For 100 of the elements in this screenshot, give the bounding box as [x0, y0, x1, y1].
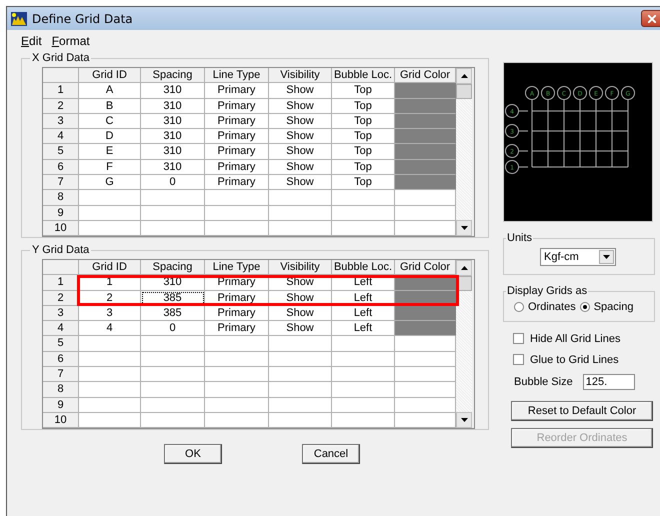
table-cell[interactable]: B — [79, 98, 141, 114]
table-cell[interactable] — [79, 190, 141, 206]
row-header[interactable]: 9 — [43, 398, 79, 413]
table-cell[interactable]: 310 — [141, 83, 205, 99]
radio-button[interactable] — [580, 302, 590, 312]
checkbox[interactable] — [513, 333, 524, 344]
table-cell[interactable] — [395, 220, 456, 236]
table-cell[interactable] — [205, 206, 269, 221]
table-cell[interactable] — [395, 190, 456, 206]
table-cell[interactable] — [141, 352, 205, 368]
table-cell[interactable] — [332, 382, 395, 398]
table-cell[interactable] — [269, 367, 332, 382]
row-header[interactable]: 5 — [43, 144, 79, 160]
table-cell[interactable]: Show — [269, 129, 332, 144]
table-cell[interactable] — [332, 206, 395, 221]
table-cell[interactable]: 3 — [79, 306, 141, 322]
table-cell[interactable] — [141, 398, 205, 413]
table-cell[interactable] — [332, 336, 395, 352]
table-cell[interactable] — [269, 336, 332, 352]
table-cell[interactable] — [205, 412, 269, 428]
row-header[interactable]: 8 — [43, 190, 79, 206]
row-header[interactable]: 7 — [43, 367, 79, 382]
scroll-thumb[interactable] — [456, 84, 472, 99]
table-cell[interactable] — [79, 336, 141, 352]
column-header[interactable]: Line Type — [205, 260, 269, 276]
side-button[interactable]: Reset to Default Color — [511, 401, 653, 421]
table-cell[interactable] — [79, 382, 141, 398]
checkbox[interactable] — [513, 354, 524, 365]
row-header[interactable]: 4 — [43, 129, 79, 144]
table-cell[interactable]: 4 — [79, 321, 141, 336]
table-cell[interactable]: Primary — [205, 144, 269, 160]
color-swatch[interactable] — [395, 144, 456, 160]
table-cell[interactable]: Top — [332, 144, 395, 160]
row-header[interactable]: 2 — [43, 98, 79, 114]
row-header[interactable]: 5 — [43, 336, 79, 352]
table-cell[interactable] — [141, 206, 205, 221]
table-cell[interactable]: Primary — [205, 114, 269, 130]
table-cell[interactable]: C — [79, 114, 141, 130]
table-cell[interactable] — [395, 206, 456, 221]
table-cell[interactable] — [332, 398, 395, 413]
column-header[interactable]: Line Type — [205, 68, 269, 84]
table-cell[interactable] — [332, 412, 395, 428]
table-cell[interactable]: Primary — [205, 160, 269, 176]
row-header[interactable]: 4 — [43, 321, 79, 336]
table-cell[interactable] — [205, 336, 269, 352]
checkbox-label[interactable]: Hide All Grid Lines — [530, 332, 620, 344]
table-cell[interactable] — [395, 382, 456, 398]
table-cell[interactable] — [269, 220, 332, 236]
column-header[interactable]: Visibility — [269, 68, 332, 84]
table-cell[interactable]: Primary — [205, 98, 269, 114]
row-header[interactable]: 7 — [43, 175, 79, 190]
table-cell[interactable] — [141, 412, 205, 428]
color-swatch[interactable] — [395, 306, 456, 322]
table-cell[interactable] — [395, 336, 456, 352]
table-cell[interactable]: 310 — [141, 160, 205, 176]
color-swatch[interactable] — [395, 83, 456, 99]
table-cell[interactable]: D — [79, 129, 141, 144]
row-header[interactable]: 1 — [43, 275, 79, 291]
dialog-button[interactable]: Cancel — [302, 444, 360, 464]
table-cell[interactable] — [79, 398, 141, 413]
table-cell[interactable]: Show — [269, 321, 332, 336]
table-cell[interactable] — [395, 352, 456, 368]
checkbox-label[interactable]: Glue to Grid Lines — [530, 354, 619, 366]
table-cell[interactable] — [395, 367, 456, 382]
column-header[interactable]: Spacing — [141, 68, 205, 84]
table-cell[interactable]: 310 — [141, 98, 205, 114]
table-cell[interactable] — [141, 220, 205, 236]
table-cell[interactable] — [395, 412, 456, 428]
table-cell[interactable] — [269, 412, 332, 428]
table-cell[interactable] — [395, 398, 456, 413]
color-swatch[interactable] — [395, 175, 456, 190]
radio-label[interactable]: Ordinates — [528, 301, 576, 313]
table-cell[interactable]: E — [79, 144, 141, 160]
table-cell[interactable] — [269, 382, 332, 398]
bubble-size-field[interactable]: 125. — [582, 374, 635, 390]
row-header[interactable]: 6 — [43, 160, 79, 176]
table-cell[interactable]: Top — [332, 98, 395, 114]
row-header[interactable]: 6 — [43, 352, 79, 368]
table-cell[interactable]: F — [79, 160, 141, 176]
table-cell[interactable]: Top — [332, 114, 395, 130]
table-cell[interactable]: Primary — [205, 306, 269, 322]
table-cell[interactable] — [79, 412, 141, 428]
radio-button[interactable] — [514, 302, 524, 312]
color-swatch[interactable] — [395, 160, 456, 176]
table-cell[interactable]: Show — [269, 114, 332, 130]
table-cell[interactable] — [332, 367, 395, 382]
table-cell[interactable] — [141, 367, 205, 382]
column-header[interactable]: Spacing — [141, 260, 205, 276]
table-cell[interactable] — [332, 190, 395, 206]
table-cell[interactable]: Top — [332, 83, 395, 99]
column-header[interactable]: Visibility — [269, 260, 332, 276]
table-cell[interactable]: Left — [332, 306, 395, 322]
color-swatch[interactable] — [395, 114, 456, 130]
table-cell[interactable] — [79, 367, 141, 382]
table-cell[interactable]: 310 — [141, 144, 205, 160]
table-cell[interactable]: Primary — [205, 321, 269, 336]
column-header[interactable]: Bubble Loc. — [332, 260, 395, 276]
color-swatch[interactable] — [395, 98, 456, 114]
scrollbar[interactable] — [456, 260, 472, 428]
row-header[interactable]: 10 — [43, 412, 79, 428]
